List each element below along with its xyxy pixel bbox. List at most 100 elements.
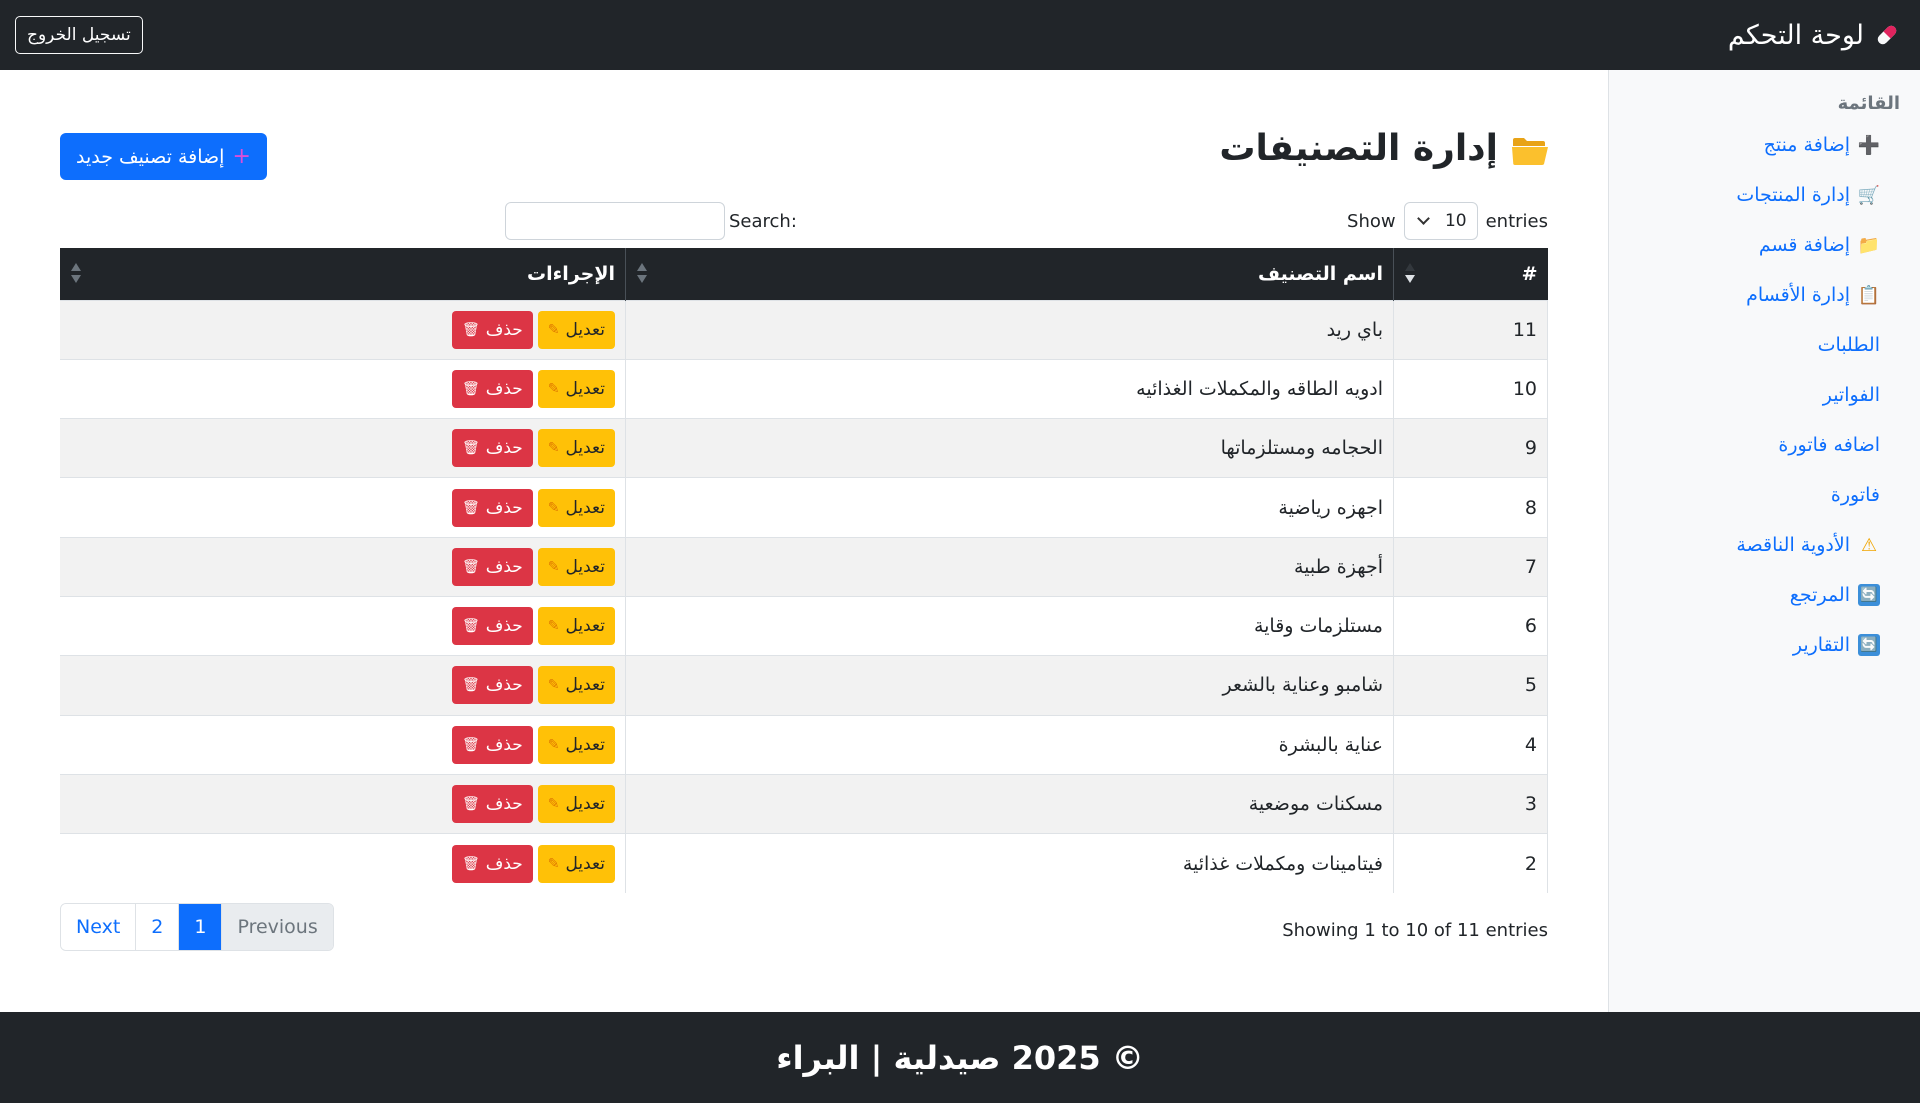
pagination-page-1[interactable]: 1 bbox=[179, 904, 223, 950]
delete-button[interactable]: حذف 🗑 bbox=[451, 369, 533, 408]
edit-button[interactable]: تعديل ✎ bbox=[537, 547, 615, 586]
delete-button-label: حذف bbox=[485, 438, 523, 459]
length-entries-label: entries bbox=[1485, 210, 1548, 232]
delete-button[interactable]: حذف 🗑 bbox=[451, 844, 533, 883]
sort-icon bbox=[636, 263, 648, 285]
logout-button[interactable]: تسجيل الخروج bbox=[15, 16, 143, 54]
entries-length-control: Show 10 entries bbox=[1347, 202, 1548, 240]
search-label: Search: bbox=[729, 210, 797, 232]
edit-button-label: تعديل bbox=[565, 319, 605, 340]
sidebar-item-label: المرتجع bbox=[1789, 584, 1850, 606]
entries-length-value: 10 bbox=[1444, 211, 1467, 231]
row-id: 3 bbox=[1393, 773, 1548, 834]
row-category-name: اجهزه رياضية bbox=[625, 477, 1394, 538]
edit-button-label: تعديل bbox=[565, 853, 605, 874]
delete-button[interactable]: حذف 🗑 bbox=[451, 429, 533, 468]
sidebar-item[interactable]: الفواتير bbox=[1609, 370, 1920, 420]
edit-button[interactable]: تعديل ✎ bbox=[537, 725, 615, 764]
row-id: 4 bbox=[1393, 714, 1548, 775]
sidebar-item[interactable]: 🛒 إدارة المنتجات bbox=[1609, 170, 1920, 220]
sidebar-item[interactable]: 📋 إدارة الأقسام bbox=[1609, 270, 1920, 320]
length-show-label: Show bbox=[1347, 210, 1396, 232]
delete-button[interactable]: حذف 🗑 bbox=[451, 607, 533, 646]
sidebar-item-label: الطلبات bbox=[1817, 334, 1880, 356]
delete-button[interactable]: حذف 🗑 bbox=[451, 785, 533, 824]
edit-button-label: تعديل bbox=[565, 556, 605, 577]
edit-button[interactable]: تعديل ✎ bbox=[537, 607, 615, 646]
cart-icon: 🛒 bbox=[1857, 184, 1881, 206]
entries-length-select[interactable]: 10 bbox=[1403, 202, 1478, 240]
pencil-icon: ✎ bbox=[547, 677, 560, 694]
table-row: 2 فيتامينات ومكملات غذائية تعديل ✎ حذف 🗑 bbox=[60, 833, 1548, 893]
search-control: Search: bbox=[505, 202, 797, 240]
sidebar-item-label: فاتورة bbox=[1830, 484, 1880, 506]
edit-button[interactable]: تعديل ✎ bbox=[537, 310, 615, 349]
edit-button-label: تعديل bbox=[565, 497, 605, 518]
row-id: 6 bbox=[1393, 595, 1548, 656]
add-category-button[interactable]: + إضافة تصنيف جديد bbox=[60, 133, 267, 180]
sidebar-item[interactable]: اضافه فاتورة bbox=[1609, 420, 1920, 470]
row-actions: تعديل ✎ حذف 🗑 bbox=[60, 358, 626, 419]
trash-icon: 🗑 bbox=[461, 736, 480, 753]
page-title: إدارة التصنيفات bbox=[1219, 128, 1548, 169]
row-actions: تعديل ✎ حذف 🗑 bbox=[60, 595, 626, 656]
edit-button-label: تعديل bbox=[565, 794, 605, 815]
edit-button-label: تعديل bbox=[565, 734, 605, 755]
header-name[interactable]: اسم التصنيف bbox=[625, 248, 1394, 300]
table-body: 11 باي ريد تعديل ✎ حذف 🗑 10 ادويه الطاقه والمكم… bbox=[60, 299, 1548, 893]
trash-icon: 🗑 bbox=[461, 440, 480, 457]
brand-title: لوحة التحكم bbox=[1727, 19, 1864, 51]
sidebar-item[interactable]: ⚠ الأدوية الناقصة bbox=[1609, 520, 1920, 570]
table-header-row: # اسم التصنيف الإجراءات bbox=[60, 248, 1548, 300]
trash-icon: 🗑 bbox=[461, 380, 480, 397]
table-row: 6 مستلزمات وقاية تعديل ✎ حذف 🗑 bbox=[60, 595, 1548, 656]
delete-button[interactable]: حذف 🗑 bbox=[451, 488, 533, 527]
delete-button[interactable]: حذف 🗑 bbox=[451, 666, 533, 705]
delete-button[interactable]: حذف 🗑 bbox=[451, 310, 533, 349]
table-info: Showing 1 to 10 of 11 entries bbox=[1282, 920, 1548, 941]
edit-button[interactable]: تعديل ✎ bbox=[537, 488, 615, 527]
search-input[interactable] bbox=[505, 202, 725, 240]
sidebar-item-label: اضافه فاتورة bbox=[1778, 434, 1880, 456]
pagination-previous[interactable]: Previous bbox=[222, 904, 333, 950]
delete-button[interactable]: حذف 🗑 bbox=[451, 725, 533, 764]
pagination-page-2[interactable]: 2 bbox=[136, 904, 180, 950]
header-actions[interactable]: الإجراءات bbox=[60, 248, 626, 300]
sidebar-item-label: الأدوية الناقصة bbox=[1736, 534, 1850, 556]
table-row: 10 ادويه الطاقه والمكملات الغذائيه تعديل ✎ ح… bbox=[60, 358, 1548, 419]
pill-icon bbox=[1874, 22, 1900, 48]
header-id[interactable]: # bbox=[1393, 248, 1548, 300]
edit-button[interactable]: تعديل ✎ bbox=[537, 369, 615, 408]
pencil-icon: ✎ bbox=[547, 618, 560, 635]
footer: © 2025 صيدلية | البراء bbox=[0, 1012, 1920, 1103]
row-category-name: أجهزة طبية bbox=[625, 536, 1394, 597]
sidebar-item-label: الفواتير bbox=[1822, 384, 1880, 406]
edit-button[interactable]: تعديل ✎ bbox=[537, 844, 615, 883]
pagination-next[interactable]: Next bbox=[61, 904, 137, 950]
add-category-label: إضافة تصنيف جديد bbox=[76, 145, 225, 168]
header-id-label: # bbox=[1521, 262, 1538, 285]
navbar-brand[interactable]: لوحة التحكم bbox=[1728, 0, 1900, 70]
trash-icon: 🗑 bbox=[461, 499, 480, 516]
edit-button[interactable]: تعديل ✎ bbox=[537, 429, 615, 468]
pencil-icon: ✎ bbox=[547, 736, 560, 753]
sidebar-item[interactable]: الطلبات bbox=[1609, 320, 1920, 370]
sidebar-item[interactable]: فاتورة bbox=[1609, 470, 1920, 520]
table-row: 8 اجهزه رياضية تعديل ✎ حذف 🗑 bbox=[60, 477, 1548, 538]
sidebar-item[interactable]: ➕ إضافة منتج bbox=[1609, 120, 1920, 170]
chevron-down-icon bbox=[1416, 212, 1430, 225]
sort-icon bbox=[1404, 263, 1416, 285]
row-actions: تعديل ✎ حذف 🗑 bbox=[60, 655, 626, 716]
delete-button-label: حذف bbox=[485, 794, 523, 815]
row-actions: تعديل ✎ حذف 🗑 bbox=[60, 536, 626, 597]
sidebar-item[interactable]: 📁 إضافة قسم bbox=[1609, 220, 1920, 270]
sidebar-item-label: إضافة منتج bbox=[1763, 134, 1850, 156]
sidebar-item[interactable]: 🔄 التقارير bbox=[1609, 620, 1920, 670]
edit-button[interactable]: تعديل ✎ bbox=[537, 666, 615, 705]
row-id: 8 bbox=[1393, 477, 1548, 538]
categories-table: # اسم التصنيف الإجراءات 11 باي ريد تعديل ✎ ح… bbox=[60, 248, 1548, 893]
sidebar-item[interactable]: 🔄 المرتجع bbox=[1609, 570, 1920, 620]
pencil-icon: ✎ bbox=[547, 440, 560, 457]
edit-button[interactable]: تعديل ✎ bbox=[537, 785, 615, 824]
delete-button[interactable]: حذف 🗑 bbox=[451, 547, 533, 586]
